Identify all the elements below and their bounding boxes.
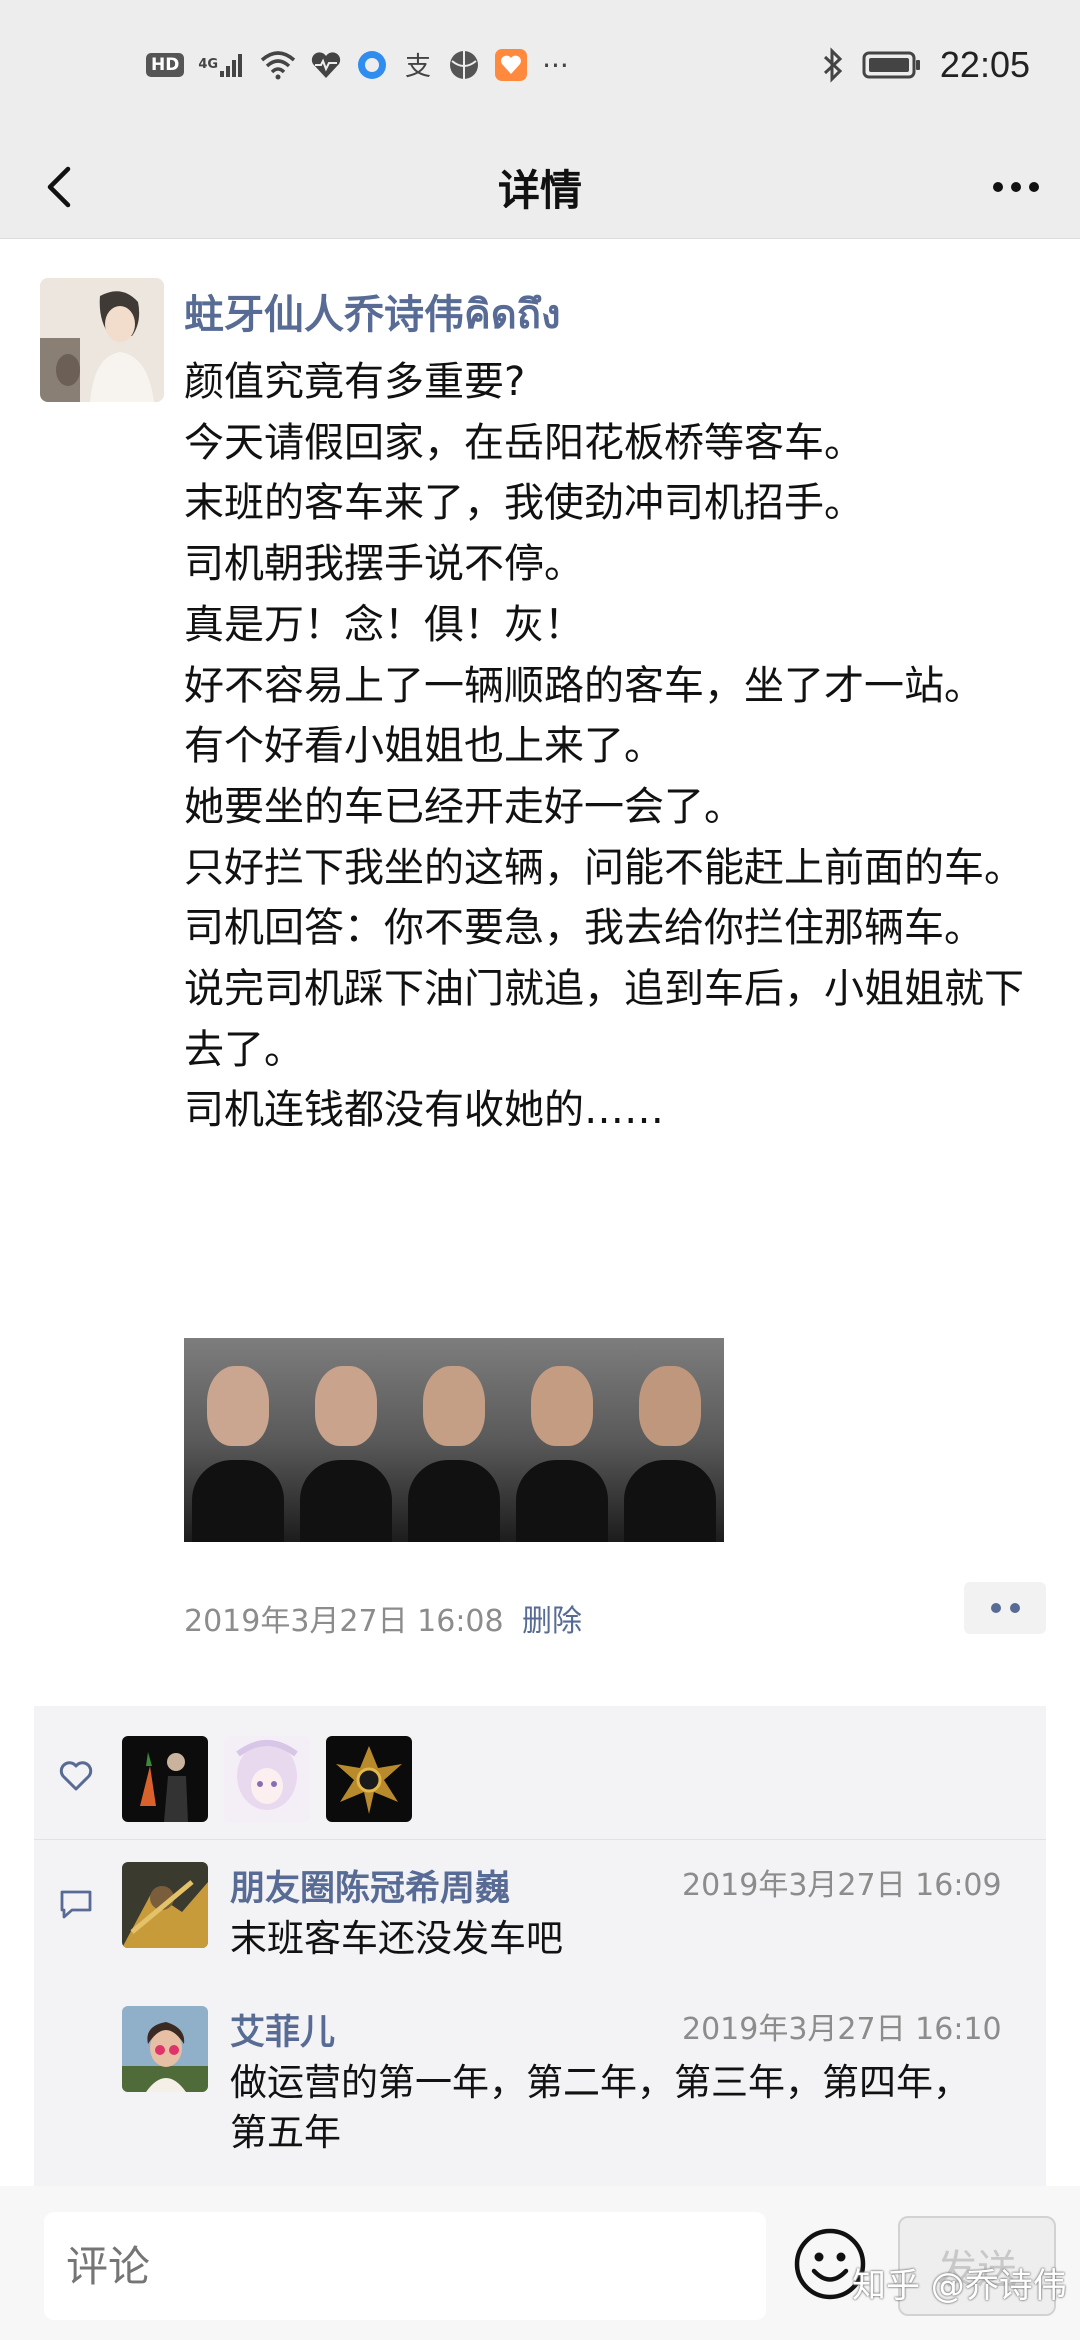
post-line: 司机连钱都没有收她的…… — [184, 1087, 664, 1134]
comment-text: 末班客车还没发车吧 — [230, 1917, 563, 1960]
battery-icon — [862, 50, 922, 80]
interaction-panel: 朋友圈陈冠希周巍 2019年3月27日 16:09 末班客车还没发车吧 艾菲儿 … — [34, 1706, 1046, 2186]
qq-browser-icon — [356, 49, 388, 81]
liker-avatar[interactable] — [122, 1736, 208, 1822]
liker-avatar[interactable] — [224, 1736, 310, 1822]
portrait-2 — [292, 1338, 400, 1542]
commenter-name[interactable]: 朋友圈陈冠希周巍 — [230, 1860, 510, 1911]
author-name[interactable]: 蛀牙仙人乔诗伟คิดถึง — [184, 282, 560, 346]
page-title: 详情 — [497, 166, 582, 215]
commenter-name[interactable]: 艾菲儿 — [230, 2004, 335, 2055]
comment-timestamp: 2019年3月27日 16:10 — [682, 2012, 1002, 2047]
comment-input[interactable] — [44, 2212, 766, 2320]
portrait-3 — [400, 1338, 508, 1542]
post-image[interactable] — [184, 1338, 724, 1542]
post-line: 司机回答：你不要急，我去给你拦住那辆车。 — [184, 905, 984, 952]
post-line: 说完司机踩下油门就追，追到车后，小姐姐就下去了。 — [184, 966, 1024, 1073]
heart-icon — [58, 1758, 94, 1794]
post-line: 有个好看小姐姐也上来了。 — [184, 723, 664, 770]
wifi-icon — [260, 50, 296, 80]
post-timestamp: 2019年3月27日 16:08 — [184, 1604, 504, 1639]
like-comment-menu-button[interactable] — [964, 1582, 1046, 1634]
post-line: 只好拦下我坐的这辆，问能不能赶上前面的车。 — [184, 844, 1024, 891]
alipay-icon: 支 — [402, 49, 434, 81]
portrait-1 — [184, 1338, 292, 1542]
bluetooth-icon — [822, 47, 844, 83]
post-line: 颜值究竟有多重要? — [184, 359, 526, 405]
health-heart-icon — [310, 50, 342, 80]
post-line: 今天请假回家，在岳阳花板桥等客车。 — [184, 419, 864, 466]
signal-label: 4G — [198, 57, 219, 72]
status-bar: HD 4G 支 ··· 22:05 — [0, 0, 1080, 135]
post-line: 真是万！念！俱！灰！ — [184, 601, 584, 648]
comment-text: 做运营的第一年，第二年，第三年，第四年，第五年 — [230, 2061, 970, 2154]
watermark: 知乎 @乔诗伟 — [852, 2266, 1067, 2306]
commenter-avatar[interactable] — [122, 2006, 208, 2092]
cellular-signal-icon: 4G — [198, 51, 246, 79]
delete-link[interactable]: 删除 — [522, 1596, 582, 1640]
orange-app-icon — [494, 48, 528, 82]
status-icons-left: HD 4G 支 ··· — [146, 44, 569, 86]
post-body: 颜值究竟有多重要? 今天请假回家，在岳阳花板桥等客车。 末班的客车来了，我使劲冲… — [184, 352, 1024, 1141]
portrait-4 — [508, 1338, 616, 1542]
comment-timestamp: 2019年3月27日 16:09 — [682, 1868, 1002, 1903]
comment-bubble-icon — [58, 1886, 94, 1922]
clock-time: 22:05 — [939, 44, 1030, 85]
post-line: 末班的客车来了，我使劲冲司机招手。 — [184, 480, 864, 527]
post-line: 好不容易上了一辆顺路的客车，坐了才一站。 — [184, 662, 984, 709]
post-line: 司机朝我摆手说不停。 — [184, 541, 584, 588]
more-notifications-icon: ··· — [542, 48, 569, 82]
status-icons-right: 22:05 — [822, 40, 1030, 90]
sphere-app-icon — [448, 49, 480, 81]
author-avatar[interactable] — [40, 278, 164, 402]
hd-badge: HD — [146, 53, 185, 77]
svg-text:支: 支 — [405, 52, 431, 81]
post-line: 她要坐的车已经开走好一会了。 — [184, 783, 744, 830]
nav-bar: 详情 — [0, 135, 1080, 239]
likes-row — [34, 1706, 1046, 1840]
liker-avatar[interactable] — [326, 1736, 412, 1822]
commenter-avatar[interactable] — [122, 1862, 208, 1948]
more-options-icon[interactable] — [986, 157, 1046, 217]
portrait-5 — [616, 1338, 724, 1542]
